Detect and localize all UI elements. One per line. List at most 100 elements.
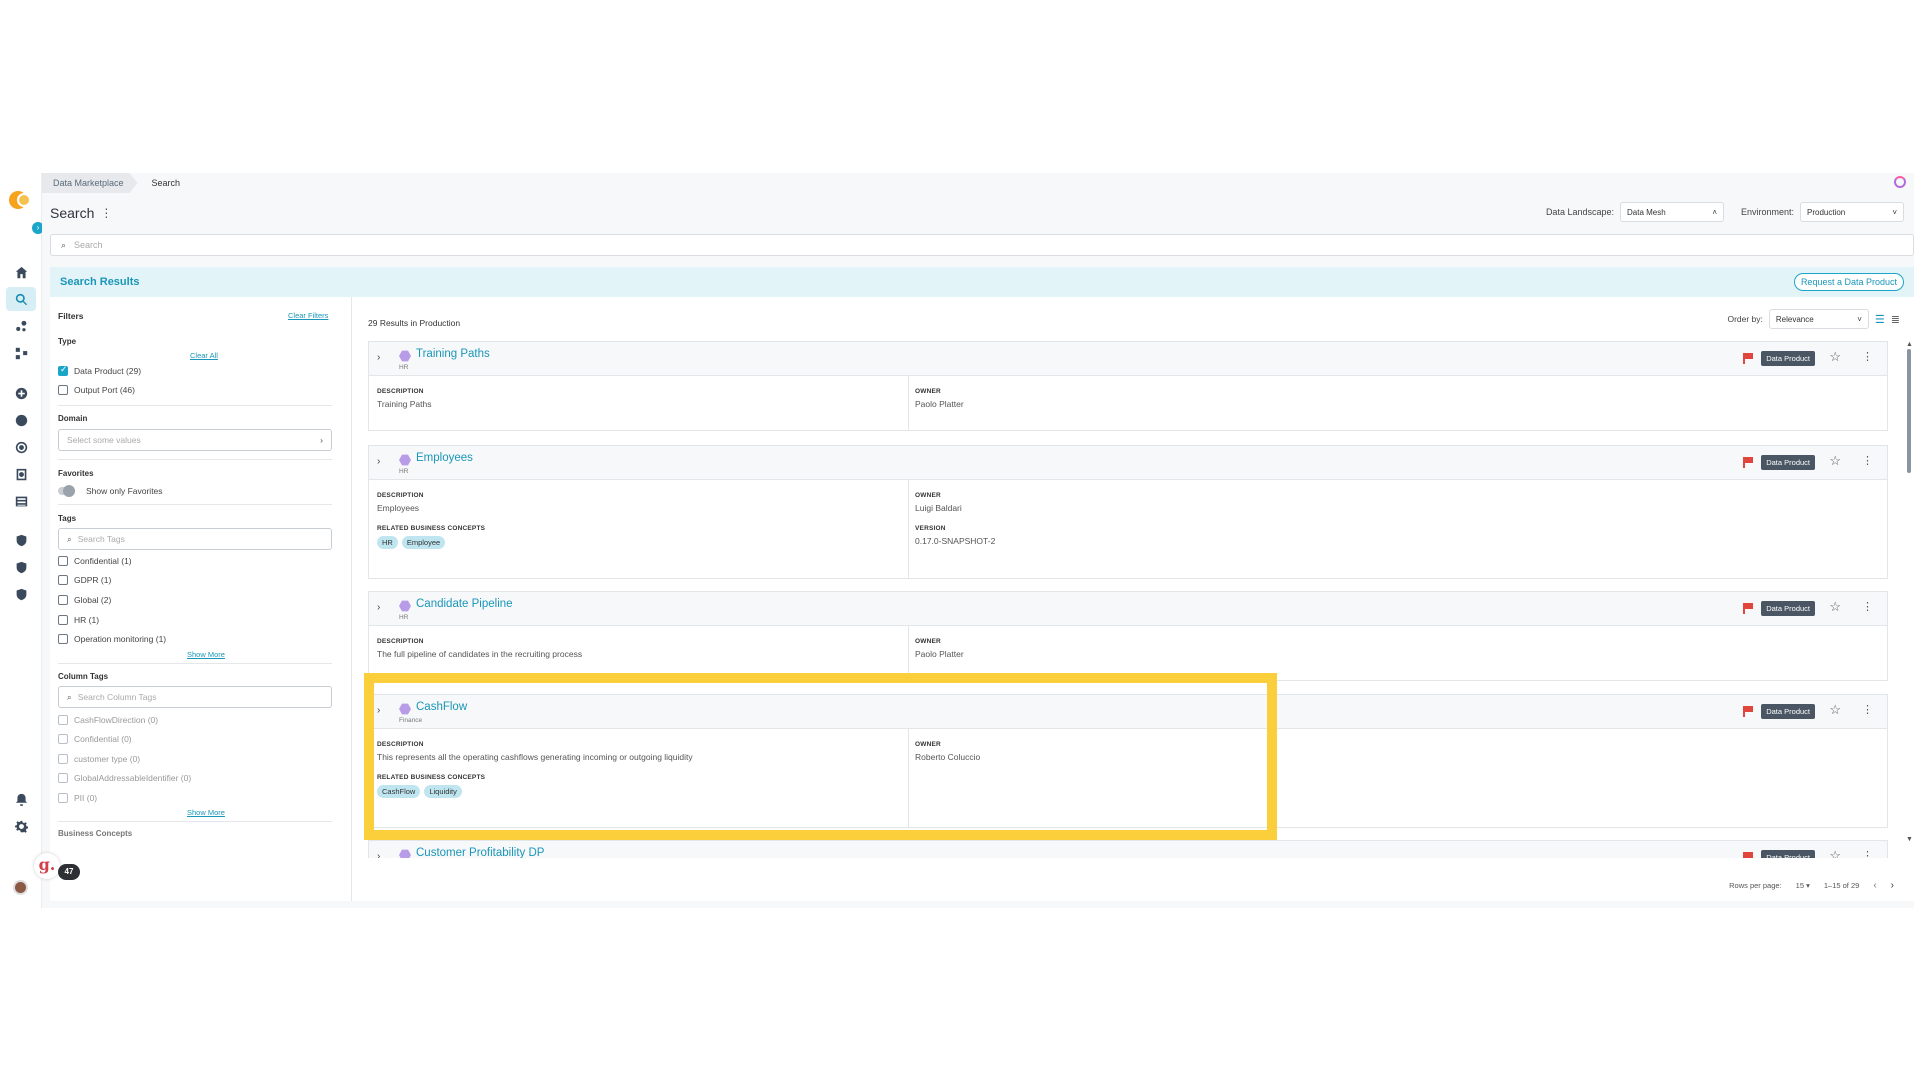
- add-circle-icon[interactable]: [6, 381, 36, 405]
- app-logo[interactable]: [9, 191, 33, 209]
- graph-icon[interactable]: [6, 314, 36, 338]
- rows-per-page-select[interactable]: 15 ▾: [1796, 881, 1810, 890]
- more-menu-icon[interactable]: ⋮: [1862, 350, 1873, 363]
- user-avatar[interactable]: [13, 880, 28, 895]
- expand-chevron-icon[interactable]: ›: [377, 352, 380, 363]
- favorite-star-icon[interactable]: ☆: [1829, 702, 1841, 718]
- clear-all-link[interactable]: Clear All: [190, 351, 218, 360]
- list-view-icon[interactable]: ☰: [1875, 313, 1885, 326]
- checkbox[interactable]: [58, 595, 68, 605]
- flag-icon[interactable]: [1743, 706, 1753, 717]
- domain-select[interactable]: Select some values ›: [58, 429, 332, 451]
- compact-view-icon[interactable]: ≣: [1891, 313, 1900, 326]
- column-tag-option[interactable]: Confidential (0): [58, 734, 132, 744]
- expand-chevron-icon[interactable]: ›: [377, 851, 380, 858]
- checkbox[interactable]: [58, 634, 68, 644]
- tag-option[interactable]: Global (2): [58, 595, 111, 605]
- checkbox[interactable]: [58, 364, 68, 376]
- more-menu-icon[interactable]: ⋮: [1862, 703, 1873, 716]
- lineage-icon[interactable]: [6, 341, 36, 365]
- search-column-tags-input[interactable]: ⌕ Search Column Tags: [58, 686, 332, 708]
- result-domain: HR: [399, 468, 409, 475]
- column-tag-option[interactable]: customer type (0): [58, 754, 140, 764]
- favorite-star-icon[interactable]: ☆: [1829, 453, 1841, 469]
- search-tags-input[interactable]: ⌕ Search Tags: [58, 528, 332, 550]
- column-tag-option[interactable]: CashFlowDirection (0): [58, 715, 158, 725]
- clear-filters-link[interactable]: Clear Filters: [288, 311, 328, 320]
- tag-option[interactable]: Confidential (1): [58, 556, 132, 566]
- gear-icon[interactable]: [6, 814, 36, 838]
- checkbox[interactable]: [58, 754, 68, 764]
- filters-title: Filters: [58, 311, 84, 321]
- flag-icon[interactable]: [1743, 457, 1753, 468]
- more-menu-icon[interactable]: ⋮: [1862, 454, 1873, 467]
- search-input[interactable]: ⌕ Search: [50, 234, 1914, 256]
- catalog-icon[interactable]: [6, 489, 36, 513]
- checkbox[interactable]: [58, 385, 68, 395]
- type-option-output-port[interactable]: Output Port (46): [58, 385, 135, 395]
- next-page-icon[interactable]: ›: [1891, 880, 1894, 891]
- type-option-data-product[interactable]: Data Product (29): [58, 364, 141, 376]
- checkbox[interactable]: [58, 575, 68, 585]
- concept-tag[interactable]: HR: [377, 536, 398, 549]
- checkbox[interactable]: [58, 734, 68, 744]
- page-menu-icon[interactable]: ⋮: [100, 206, 112, 220]
- checkbox[interactable]: [58, 715, 68, 725]
- favorite-star-icon[interactable]: ☆: [1829, 599, 1841, 615]
- owner-label: OWNER: [915, 638, 941, 645]
- concept-tag[interactable]: Employee: [401, 536, 446, 549]
- target-icon[interactable]: [6, 435, 36, 459]
- results-scrollbar[interactable]: ▲ ▼: [1906, 341, 1913, 843]
- checkbox[interactable]: [58, 793, 68, 803]
- favorite-star-icon[interactable]: ☆: [1829, 349, 1841, 365]
- scroll-up-icon[interactable]: ▲: [1906, 341, 1913, 348]
- tag-option[interactable]: HR (1): [58, 615, 99, 625]
- toggle-switch[interactable]: [58, 485, 75, 497]
- checkbox[interactable]: [58, 773, 68, 783]
- flag-icon[interactable]: [1743, 353, 1753, 364]
- breadcrumb-data-marketplace[interactable]: Data Marketplace: [42, 173, 138, 193]
- grammarly-icon[interactable]: g.: [34, 853, 60, 879]
- page-title-text: Search: [50, 205, 95, 221]
- notifications-icon[interactable]: [6, 787, 36, 811]
- more-menu-icon[interactable]: ⋮: [1862, 600, 1873, 613]
- result-title[interactable]: Customer Profitability DP: [416, 847, 544, 858]
- home-icon[interactable]: [6, 260, 36, 284]
- order-by-select[interactable]: Relevance ˅: [1768, 309, 1869, 329]
- more-menu-icon[interactable]: ⋮: [1862, 849, 1873, 858]
- column-tag-option[interactable]: GlobalAddressableIdentifier (0): [58, 773, 191, 783]
- scroll-down-icon[interactable]: ▼: [1906, 836, 1913, 843]
- flag-icon[interactable]: [1743, 603, 1753, 614]
- result-title[interactable]: Employees: [416, 452, 473, 464]
- option-label: GlobalAddressableIdentifier (0): [74, 773, 192, 783]
- result-title[interactable]: Candidate Pipeline: [416, 598, 513, 610]
- tags-show-more-link[interactable]: Show More: [187, 650, 225, 659]
- flag-icon[interactable]: [1743, 852, 1753, 858]
- checkbox[interactable]: [58, 556, 68, 566]
- option-label: customer type (0): [74, 754, 141, 764]
- shield-policy-icon[interactable]: [6, 582, 36, 606]
- expand-chevron-icon[interactable]: ›: [377, 602, 380, 613]
- favorites-toggle[interactable]: Show only Favorites: [58, 485, 163, 497]
- tag-option[interactable]: Operation monitoring (1): [58, 634, 166, 644]
- chevron-down-icon: ˅: [1892, 207, 1897, 217]
- shield-check-icon[interactable]: [6, 528, 36, 552]
- column-tags-placeholder: Search Column Tags: [77, 692, 157, 702]
- data-landscape-select[interactable]: Data Mesh ˄: [1620, 202, 1724, 222]
- column-tag-option[interactable]: PII (0): [58, 793, 97, 803]
- tag-option[interactable]: GDPR (1): [58, 575, 111, 585]
- column-tags-show-more-link[interactable]: Show More: [187, 808, 225, 817]
- shield-lock-icon[interactable]: [6, 555, 36, 579]
- search-nav-icon[interactable]: [6, 287, 36, 311]
- result-title[interactable]: Training Paths: [416, 348, 490, 360]
- settings-box-icon[interactable]: [6, 462, 36, 486]
- prev-page-icon[interactable]: ‹: [1873, 880, 1876, 891]
- favorite-star-icon[interactable]: ☆: [1829, 848, 1841, 858]
- domain-placeholder: Select some values: [67, 435, 141, 445]
- checkbox[interactable]: [58, 615, 68, 625]
- expand-chevron-icon[interactable]: ›: [377, 456, 380, 467]
- scrollbar-thumb[interactable]: [1907, 349, 1911, 473]
- database-icon[interactable]: [6, 408, 36, 432]
- environment-select[interactable]: Production ˅: [1800, 202, 1904, 222]
- request-data-product-button[interactable]: Request a Data Product: [1793, 273, 1904, 291]
